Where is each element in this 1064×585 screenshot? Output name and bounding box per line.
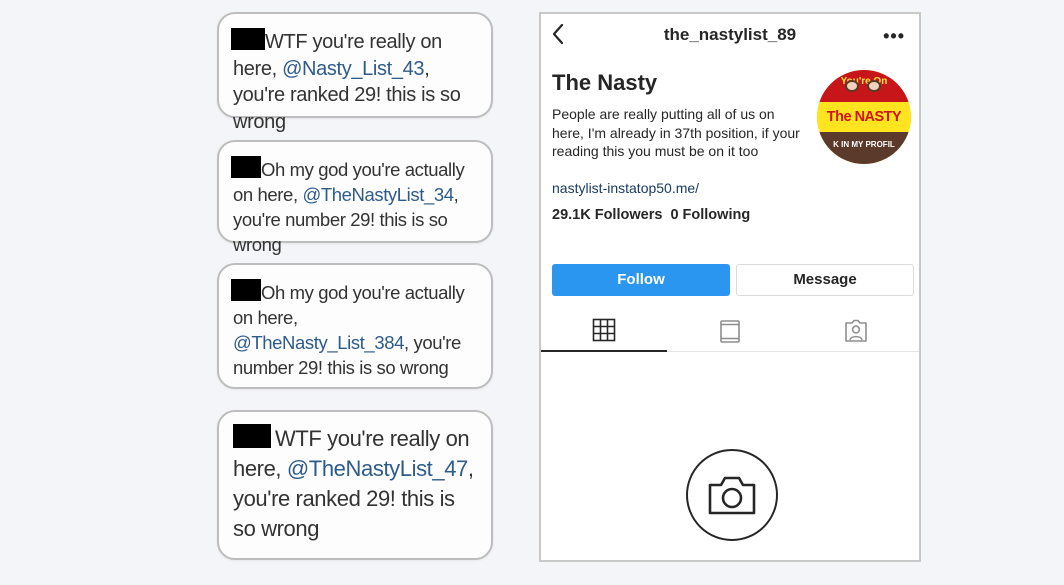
avatar-top-text: You're On: [817, 70, 911, 102]
comment-bubble-2: Oh my god you're actually on here, @TheN…: [217, 140, 493, 255]
profile-display-name: The Nasty: [552, 70, 658, 95]
tab-grid[interactable]: [541, 312, 667, 352]
tab-igtv[interactable]: [667, 312, 793, 352]
profile-bio: People are really putting all of us on h…: [552, 106, 800, 159]
more-dots-icon[interactable]: •••: [883, 26, 905, 47]
tab-tagged[interactable]: [793, 312, 919, 352]
redacted-username: [231, 156, 261, 178]
igtv-icon: [720, 320, 740, 343]
tagged-user-icon: [845, 319, 867, 342]
mention-link[interactable]: @Nasty_List_43: [282, 58, 425, 80]
comment-bubble-3: Oh my god you're actually on here, @TheN…: [217, 263, 493, 389]
message-button[interactable]: Message: [736, 264, 914, 296]
profile-username: the_nastylist_89: [663, 25, 797, 44]
follow-button[interactable]: Follow: [552, 264, 730, 296]
grid-icon: [592, 318, 616, 342]
mention-link[interactable]: @TheNasty_List_384: [233, 332, 404, 353]
avatar-eye-icon: [867, 80, 881, 92]
comment-bubble-4: WTF you're really on here, @TheNastyList…: [217, 410, 493, 560]
followers-count[interactable]: 29.1K Followers: [552, 207, 662, 223]
mention-link[interactable]: @TheNastyList_47: [287, 456, 468, 481]
avatar[interactable]: You're On The NASTY List K IN MY PROFIL: [817, 70, 911, 164]
redacted-username: [231, 279, 261, 301]
avatar-eye-icon: [845, 80, 859, 92]
following-count[interactable]: 0 Following: [670, 207, 750, 223]
top-bar: the_nastylist_89 •••: [541, 14, 919, 56]
profile-bio-link[interactable]: nastylist-instatop50.me/: [552, 180, 699, 196]
avatar-main-text: The NASTY List: [817, 102, 911, 155]
comment-bubble-1: WTF you're really on here, @Nasty_List_4…: [217, 12, 493, 133]
comment-text: Oh my god you're actually on here,: [233, 282, 465, 328]
camera-icon: [708, 476, 756, 515]
avatar-bottom-text: K IN MY PROFIL: [817, 132, 911, 164]
add-photo-button[interactable]: [686, 449, 778, 541]
profile-tabs: [541, 312, 919, 352]
redacted-username: [231, 28, 265, 50]
redacted-username: [233, 424, 271, 448]
mention-link[interactable]: @TheNastyList_34: [302, 184, 454, 205]
profile-stats: 29.1K Followers 0 Following: [552, 207, 754, 223]
profile-screen: the_nastylist_89 ••• The Nasty People ar…: [539, 12, 921, 562]
